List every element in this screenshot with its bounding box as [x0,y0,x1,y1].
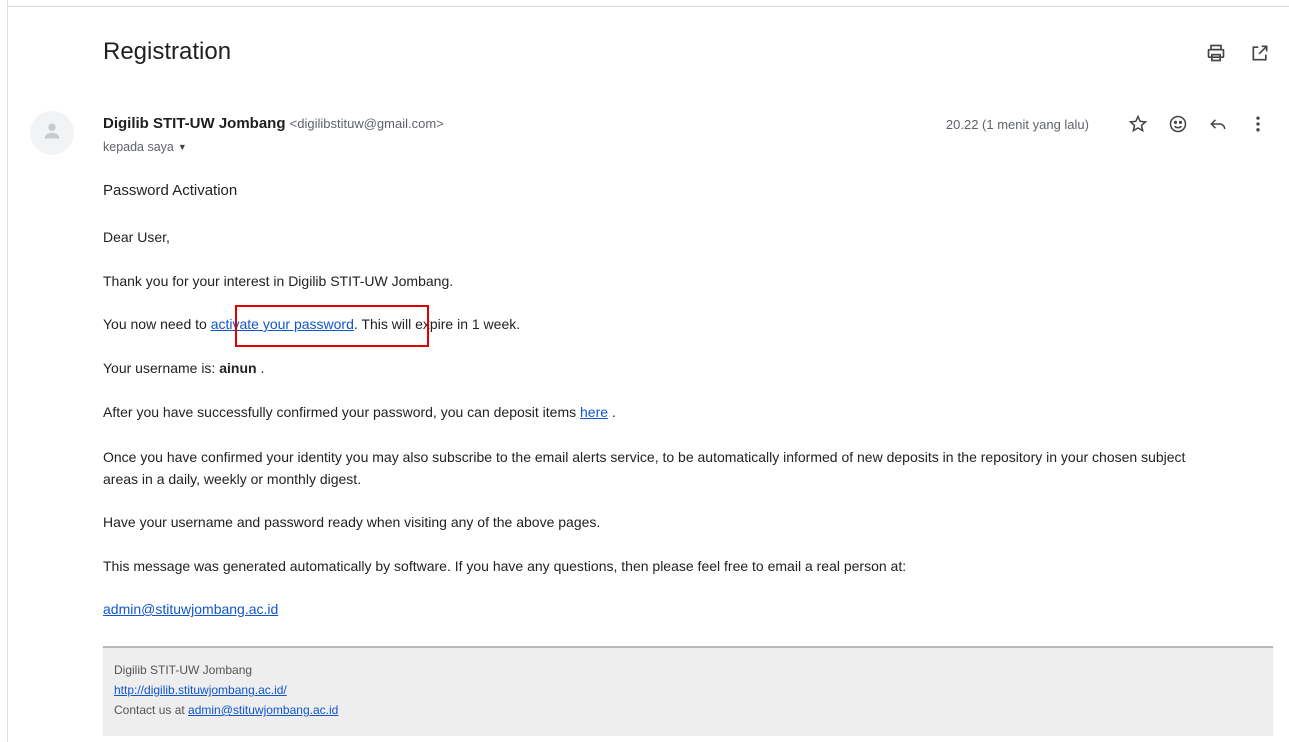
recipient-label: kepada saya [103,140,174,154]
sender-name[interactable]: Digilib STIT-UW Jombang [103,115,286,132]
person-icon [41,120,63,147]
username-paragraph: Your username is: ainun . [103,358,264,378]
chevron-down-icon: ▼ [177,142,187,152]
deposit-here-link[interactable]: here [580,404,608,420]
header-actions [1205,42,1271,64]
activate-post: . This will expire in 1 week. [353,316,521,332]
ready-paragraph: Have your username and password ready wh… [103,514,601,530]
admin-email-link[interactable]: admin@stituwjombang.ac.id [103,601,278,617]
username-post: . [256,360,265,376]
footer-org: Digilib STIT-UW Jombang [114,663,253,677]
auto-paragraph: This message was generated automatically… [103,558,907,574]
recipient-dropdown[interactable]: kepada saya ▼ [103,140,187,154]
username-value: ainun [219,360,257,376]
emoji-icon[interactable] [1167,113,1189,135]
deposit-paragraph: After you have successfully confirmed yo… [103,402,616,422]
body-title: Password Activation [103,182,238,199]
more-vertical-icon[interactable] [1247,113,1269,135]
timestamp: 20.22 (1 menit yang lalu) [945,116,1089,132]
footer-contact-pre: Contact us at [114,703,189,717]
footer-contact-link[interactable]: admin@stituwjombang.ac.id [188,703,338,717]
sender-email: <digilibstituw@gmail.com> [289,116,444,131]
activate-password-link[interactable]: activate your password [211,316,354,332]
activate-paragraph: You now need to activate your password. … [103,314,520,334]
reply-icon[interactable] [1207,113,1229,135]
deposit-pre: After you have successfully confirmed yo… [103,404,580,420]
message-actions: 20.22 (1 menit yang lalu) [946,113,1269,135]
admin-paragraph: admin@stituwjombang.ac.id [103,599,278,619]
footer-contact: Contact us at admin@stituwjombang.ac.id [114,700,1273,720]
username-pre: Your username is: [103,360,220,376]
star-icon[interactable] [1127,113,1149,135]
frame-border-top [7,6,1289,7]
thanks-text: Thank you for your interest in Digilib S… [103,273,454,289]
alerts-paragraph: Once you have confirmed your identity yo… [103,449,1186,487]
open-in-new-window-icon[interactable] [1249,42,1271,64]
print-icon[interactable] [1205,42,1227,64]
activate-pre: You now need to [103,316,211,332]
frame-border-left [7,0,8,742]
deposit-post: . [608,404,616,420]
footer-url-link[interactable]: http://digilib.stituwjombang.ac.id/ [114,683,287,697]
greeting: Dear User, [103,229,170,245]
email-footer: Digilib STIT-UW Jombang http://digilib.s… [103,646,1273,736]
email-subject: Registration [103,38,232,65]
sender-avatar[interactable] [30,111,74,155]
sender-line: Digilib STIT-UW Jombang <digilibstituw@g… [103,115,444,132]
